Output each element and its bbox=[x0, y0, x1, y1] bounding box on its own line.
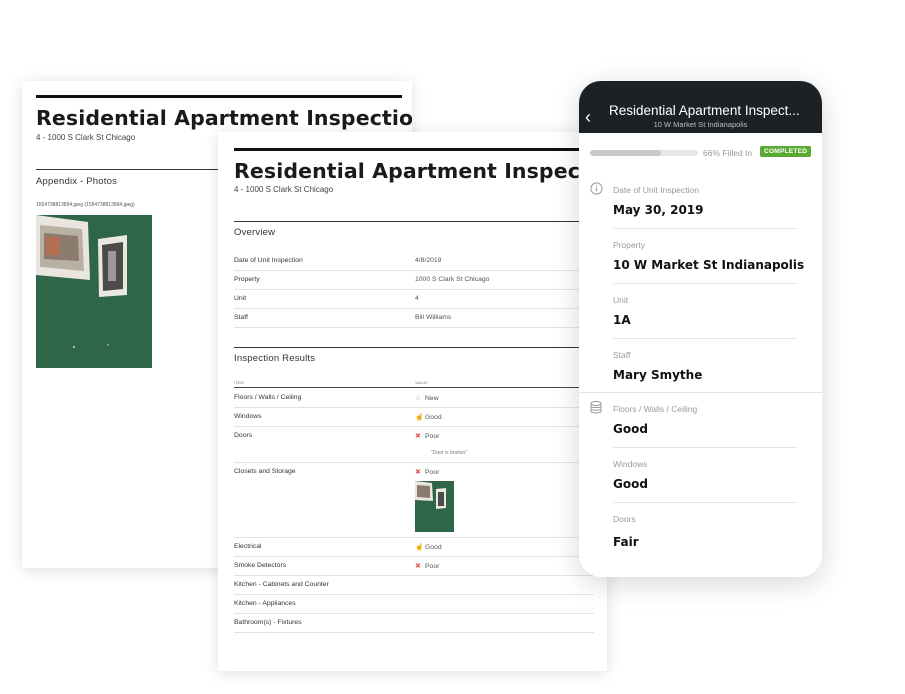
field-value[interactable]: Good bbox=[613, 477, 648, 491]
info-icon bbox=[590, 182, 603, 200]
result-value: Poor bbox=[425, 469, 440, 476]
results-heading: Inspection Results bbox=[234, 353, 316, 364]
result-item: Smoke Detectors bbox=[234, 562, 287, 569]
result-item: Electrical bbox=[234, 543, 262, 550]
field-label: Windows bbox=[613, 459, 648, 469]
result-row: Smoke Detectors ✖ Poor bbox=[234, 557, 594, 576]
field-divider bbox=[613, 338, 797, 339]
title-rule bbox=[234, 148, 600, 151]
result-row: Bathroom(s) - Fixtures bbox=[234, 614, 594, 633]
report-page-main: Residential Apartment Inspection 4 - 100… bbox=[218, 132, 607, 671]
row-label: Unit bbox=[234, 295, 247, 302]
status-badge: COMPLETED bbox=[760, 146, 812, 157]
result-item: Windows bbox=[234, 413, 262, 420]
field-value[interactable]: Mary Smythe bbox=[613, 368, 702, 382]
database-icon bbox=[590, 401, 602, 419]
field-label: Property bbox=[613, 240, 646, 250]
row-value: 4 bbox=[415, 295, 419, 302]
progress-fill bbox=[590, 150, 662, 156]
overview-row: Property 1000 S Clark St Chicago bbox=[234, 271, 594, 290]
field-label: Unit bbox=[613, 295, 629, 305]
result-value: New bbox=[425, 395, 439, 402]
results-rule bbox=[234, 347, 600, 348]
row-value: Bill Williams bbox=[415, 314, 452, 321]
result-item: Kitchen - Cabinets and Counter bbox=[234, 581, 329, 588]
field-label: Doors bbox=[613, 514, 636, 524]
row-label: Property bbox=[234, 276, 260, 283]
overview-row: Staff Bill Williams bbox=[234, 309, 594, 328]
closet-photo-thumbnail[interactable] bbox=[415, 481, 454, 532]
row-value: 1000 S Clark St Chicago bbox=[415, 276, 490, 283]
section-divider bbox=[579, 392, 822, 393]
mobile-title: Residential Apartment Inspect... bbox=[609, 103, 800, 118]
mobile-subtitle: 10 W Market St Indianapolis bbox=[653, 120, 748, 129]
overview-row: Date of Unit Inspection 4/8/2019 bbox=[234, 252, 594, 271]
field-label: Floors / Walls / Ceiling bbox=[613, 404, 698, 414]
row-label: Date of Unit Inspection bbox=[234, 257, 303, 264]
mobile-inspection-panel: ‹ Residential Apartment Inspect... 10 W … bbox=[579, 81, 822, 577]
overview-heading: Overview bbox=[234, 227, 276, 238]
photo-caption: 1554738813894.jpeg (1554738813894.jpeg) bbox=[36, 202, 135, 208]
thumbs-up-icon: ☝ bbox=[415, 414, 424, 421]
col-value-header: VALUE bbox=[415, 380, 428, 385]
field-divider bbox=[613, 447, 797, 448]
star-icon: ☆ bbox=[415, 395, 422, 402]
field-value[interactable]: Good bbox=[613, 422, 648, 436]
result-row: Closets and Storage ✖ Poor bbox=[234, 463, 594, 538]
field-label: Date of Unit Inspection bbox=[613, 185, 699, 195]
report-address: 4 - 1000 S Clark St Chicago bbox=[36, 133, 136, 142]
result-value: Good bbox=[425, 414, 442, 421]
field-value[interactable]: 1A bbox=[613, 313, 631, 327]
mobile-header: ‹ Residential Apartment Inspect... 10 W … bbox=[579, 81, 822, 133]
overview-rule bbox=[234, 221, 600, 222]
report-address: 4 - 1000 S Clark St Chicago bbox=[234, 185, 334, 194]
result-item: Bathroom(s) - Fixtures bbox=[234, 619, 302, 626]
progress-bar bbox=[590, 150, 698, 156]
report-title: Residential Apartment Inspection bbox=[36, 106, 412, 130]
result-value: Good bbox=[425, 544, 442, 551]
result-value: Poor bbox=[425, 563, 440, 570]
overview-row: Unit 4 bbox=[234, 290, 594, 309]
progress-text: 66% Filled In bbox=[703, 148, 753, 158]
field-divider bbox=[613, 502, 797, 503]
result-row: Windows ☝Good bbox=[234, 408, 594, 427]
room-photo[interactable] bbox=[36, 215, 152, 368]
cross-icon: ✖ bbox=[415, 433, 421, 440]
result-item: Closets and Storage bbox=[234, 468, 296, 475]
result-item: Kitchen - Appliances bbox=[234, 600, 296, 607]
result-row: Electrical ☝Good bbox=[234, 538, 594, 557]
thumbs-up-icon: ☝ bbox=[415, 544, 424, 551]
report-title: Residential Apartment Inspection bbox=[234, 159, 607, 183]
field-label: Staff bbox=[613, 350, 631, 360]
field-value[interactable]: Fair bbox=[613, 535, 639, 549]
closet-photo-image bbox=[415, 481, 454, 532]
field-divider bbox=[613, 283, 797, 284]
row-label: Staff bbox=[234, 314, 248, 321]
result-row: Kitchen - Appliances bbox=[234, 595, 594, 614]
result-note: "Door is broken" bbox=[431, 450, 468, 456]
field-value[interactable]: May 30, 2019 bbox=[613, 203, 704, 217]
cross-icon: ✖ bbox=[415, 563, 421, 570]
results-header: ITEM VALUE bbox=[234, 380, 594, 388]
result-row: Kitchen - Cabinets and Counter bbox=[234, 576, 594, 595]
result-row: Floors / Walls / Ceiling ☆ New bbox=[234, 389, 594, 408]
field-divider bbox=[613, 228, 797, 229]
field-value[interactable]: 10 W Market St Indianapolis bbox=[613, 258, 804, 272]
col-item-header: ITEM bbox=[234, 380, 244, 385]
cross-icon: ✖ bbox=[415, 469, 421, 476]
result-row: Doors ✖ Poor "Door is broken" bbox=[234, 427, 594, 463]
room-photo-image bbox=[36, 215, 152, 368]
title-rule bbox=[36, 95, 402, 98]
row-value: 4/8/2019 bbox=[415, 257, 442, 264]
appendix-heading: Appendix - Photos bbox=[36, 176, 118, 187]
result-value: Poor bbox=[425, 433, 440, 440]
result-item: Doors bbox=[234, 432, 253, 439]
result-item: Floors / Walls / Ceiling bbox=[234, 394, 302, 401]
